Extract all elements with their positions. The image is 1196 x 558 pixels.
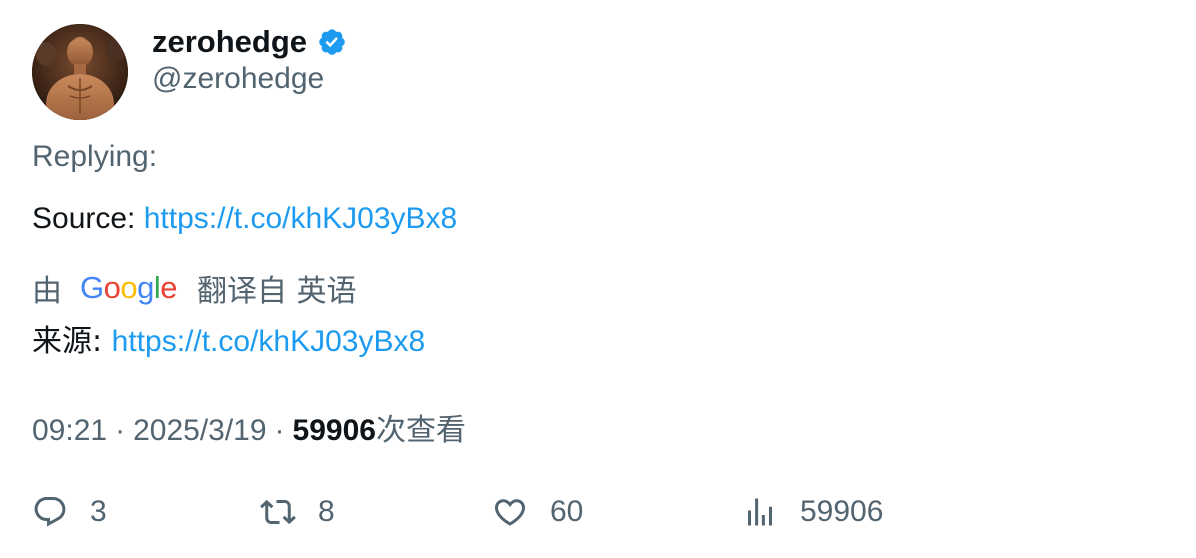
like-count: 60 bbox=[550, 495, 584, 528]
tweet-date[interactable]: 2025/3/19 bbox=[133, 414, 266, 447]
author-handle[interactable]: @zerohedge bbox=[152, 62, 324, 96]
author-display-name[interactable]: zerohedge bbox=[152, 24, 307, 60]
views-action-count: 59906 bbox=[800, 495, 884, 528]
translated-source-label: 来源: bbox=[32, 324, 112, 359]
avatar[interactable] bbox=[32, 24, 128, 120]
views-button[interactable]: 59906 bbox=[742, 492, 883, 532]
translation-attribution: 由 Google 翻译自 英语 bbox=[32, 266, 357, 310]
author-name-row: zerohedge bbox=[152, 22, 347, 62]
retweet-count: 8 bbox=[318, 495, 335, 528]
retweet-button[interactable]: 8 bbox=[260, 492, 335, 532]
verified-badge-icon[interactable] bbox=[317, 27, 347, 57]
meta-separator: · bbox=[115, 414, 126, 447]
reply-icon bbox=[34, 497, 66, 527]
retweet-icon bbox=[260, 499, 296, 525]
like-button[interactable]: 60 bbox=[492, 492, 583, 532]
replying-label: Replying: bbox=[32, 140, 158, 173]
reply-button[interactable]: 3 bbox=[32, 492, 107, 532]
views-label: 次查看 bbox=[375, 413, 466, 448]
translated-source-link[interactable]: https://t.co/khKJ03yBx8 bbox=[112, 325, 426, 358]
meta-separator: · bbox=[274, 414, 285, 447]
tweet-text: Source: https://t.co/khKJ03yBx8 bbox=[32, 202, 457, 236]
translated-by-label: 由 bbox=[32, 274, 62, 309]
source-label: Source: bbox=[32, 202, 144, 235]
reply-count: 3 bbox=[90, 495, 107, 528]
views-count: 59906 bbox=[292, 414, 376, 447]
source-link[interactable]: https://t.co/khKJ03yBx8 bbox=[144, 202, 458, 235]
google-logo: Google bbox=[80, 270, 178, 305]
tweet-meta: 09:21 · 2025/3/19 · 59906次查看 bbox=[32, 405, 466, 449]
tweet-time[interactable]: 09:21 bbox=[32, 414, 107, 447]
translated-text: 来源: https://t.co/khKJ03yBx8 bbox=[32, 316, 425, 360]
translated-from-label[interactable]: 翻译自 英语 bbox=[197, 266, 357, 310]
heart-icon bbox=[494, 499, 526, 526]
analytics-icon bbox=[748, 498, 772, 526]
